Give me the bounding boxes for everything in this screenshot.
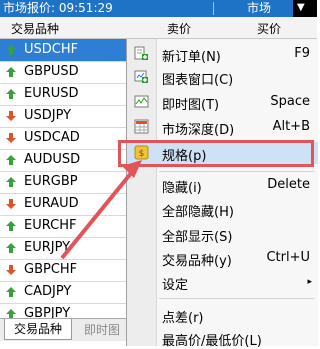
annotation-arrow	[60, 160, 142, 260]
